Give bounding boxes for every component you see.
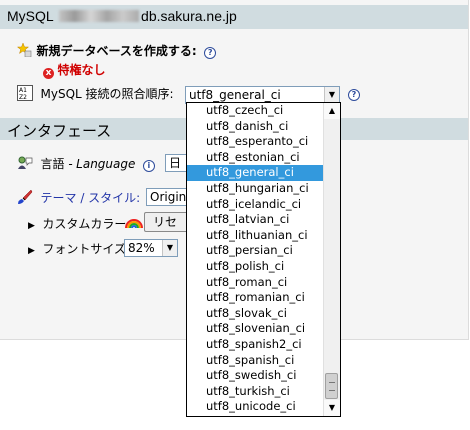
collation-option[interactable]: utf8_hungarian_ci (187, 181, 324, 197)
collation-option[interactable]: utf8_general_ci (187, 165, 324, 181)
language-row: 言語 - Language i (17, 155, 155, 172)
create-db-help-icon[interactable]: ? (204, 47, 217, 59)
theme-row: テーマ / スタイル: (17, 189, 140, 206)
redacted-hostname (59, 10, 140, 22)
svg-text:A1: A1 (19, 87, 27, 94)
collation-option[interactable]: utf8_spanish_ci (187, 353, 324, 369)
language-selected-value: 日 (169, 156, 182, 170)
collation-option[interactable]: utf8_romanian_ci (187, 290, 324, 306)
expand-triangle-icon[interactable]: ▶ (28, 221, 35, 231)
collation-option[interactable]: utf8_polish_ci (187, 259, 324, 275)
collation-label: MySQL 接続の照合順序: (40, 87, 174, 101)
server-title-suffix: db.sakura.ne.jp (141, 8, 237, 24)
info-icon[interactable]: i (142, 160, 155, 172)
collation-option[interactable]: utf8_danish_ci (187, 119, 324, 135)
dropdown-scrollbar[interactable]: ▲ ▼ (323, 103, 340, 416)
theme-select[interactable]: Origin (146, 188, 191, 206)
collation-option[interactable]: utf8_lithuanian_ci (187, 228, 324, 244)
language-label-en: Language (76, 157, 136, 171)
collation-option[interactable]: utf8_turkish_ci (187, 384, 324, 400)
collation-option[interactable]: utf8_latvian_ci (187, 212, 324, 228)
paintbrush-icon (17, 189, 33, 205)
collation-option[interactable]: utf8_roman_ci (187, 275, 324, 291)
theme-selected-value: Origin (150, 190, 187, 204)
collation-option[interactable]: utf8_unicode_ci (187, 399, 324, 415)
font-size-label: フォントサイズ: (42, 242, 131, 256)
custom-color-label: カスタムカラー: (42, 217, 131, 231)
collation-option[interactable]: utf8_icelandic_ci (187, 197, 324, 213)
collation-option[interactable]: utf8_esperanto_ci (187, 134, 324, 150)
reset-color-button[interactable]: リセッ (144, 212, 187, 232)
new-database-icon (16, 42, 33, 58)
create-db-row: 新規データベースを作成する: ? (16, 42, 217, 59)
collation-help-icon[interactable]: ? (348, 89, 360, 101)
no-privileges-icon: x (43, 68, 54, 79)
theme-link[interactable]: テーマ / スタイル: (41, 191, 141, 205)
collation-option[interactable]: utf8_spanish2_ci (187, 337, 324, 353)
scrollbar-thumb[interactable] (325, 373, 338, 399)
scroll-down-arrow-icon[interactable]: ▼ (324, 400, 340, 416)
font-size-row: ▶ フォントサイズ: (28, 240, 130, 257)
interface-section-title: インタフェース (7, 123, 112, 140)
collation-options: utf8_czech_ci utf8_danish_ci utf8_esperant… (187, 103, 324, 415)
svg-text:Z2: Z2 (19, 94, 27, 101)
expand-triangle-icon[interactable]: ▶ (28, 246, 35, 256)
custom-color-row: ▶ カスタムカラー: (28, 215, 130, 232)
collation-selected-value: utf8_general_ci (189, 88, 281, 102)
collation-row: A1 Z2 MySQL 接続の照合順序: (17, 85, 174, 102)
font-size-selected-value: 82% (128, 241, 155, 255)
collation-option[interactable]: utf8_slovenian_ci (187, 321, 324, 337)
create-db-label: 新規データベースを作成する: (36, 44, 197, 58)
scroll-up-arrow-icon[interactable]: ▲ (324, 103, 340, 119)
create-db-status: x 特権なし (43, 61, 106, 79)
chevron-down-icon[interactable]: ▼ (162, 240, 177, 256)
rainbow-icon (125, 213, 143, 231)
collation-option[interactable]: utf8_persian_ci (187, 243, 324, 259)
server-title: MySQL db.sakura.ne.jp (7, 8, 237, 24)
language-icon (17, 155, 33, 171)
server-header: MySQL db.sakura.ne.jp (0, 5, 468, 29)
font-size-select[interactable]: 82% ▼ (124, 239, 178, 257)
no-privileges-text: 特権なし (57, 63, 106, 77)
chevron-down-icon[interactable]: ▼ (324, 87, 339, 103)
reset-color-button-label: リセッ (153, 215, 178, 229)
language-label: 言語 - (40, 157, 73, 171)
collation-option[interactable]: utf8_estonian_ci (187, 150, 324, 166)
collation-option[interactable]: utf8_swedish_ci (187, 368, 324, 384)
collation-dropdown-list[interactable]: utf8_czech_ci utf8_danish_ci utf8_esperant… (186, 102, 341, 417)
collation-option[interactable]: utf8_czech_ci (187, 103, 324, 119)
collation-option[interactable]: utf8_slovak_ci (187, 306, 324, 322)
collation-icon: A1 Z2 (17, 85, 33, 101)
server-title-prefix: MySQL (7, 8, 54, 24)
page: MySQL db.sakura.ne.jp 新規データベースを作成する: ? x… (0, 0, 470, 430)
